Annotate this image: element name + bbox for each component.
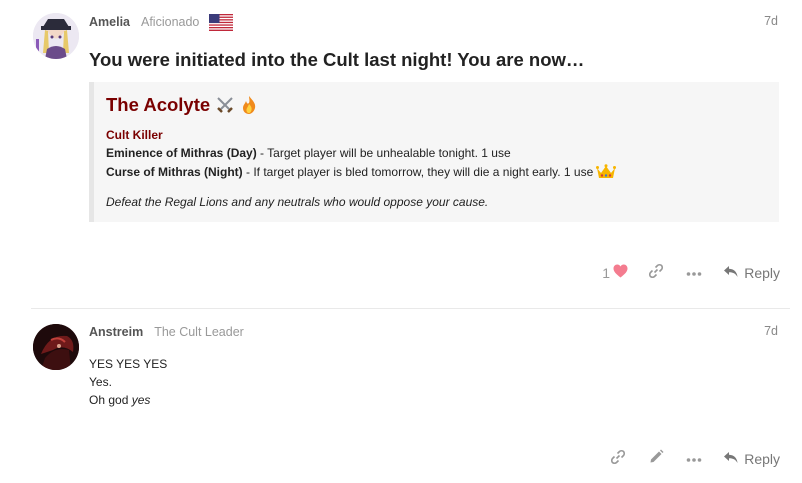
post-amelia: Amelia Aficionado 7d You were initiated … (0, 0, 802, 300)
like-button[interactable]: 1 (593, 261, 637, 285)
fire-icon (239, 95, 259, 115)
role-card: The Acolyte Cult Killer Eminence of Mith… (89, 82, 779, 222)
role-title: The Acolyte (106, 94, 259, 116)
ability-1-name: Eminence of Mithras (Day) (106, 146, 257, 160)
ability-2-text: - If target player is bled tomorrow, the… (242, 165, 594, 179)
post-age[interactable]: 7d (764, 14, 778, 28)
post-actions: 1 Reply (593, 261, 780, 285)
ability-1: Eminence of Mithras (Day) - Target playe… (106, 146, 511, 160)
more-button[interactable] (675, 447, 713, 471)
win-condition: Defeat the Regal Lions and any neutrals … (106, 195, 489, 209)
us-flag-icon (209, 13, 234, 31)
post-body-line: Oh god yes (89, 391, 150, 409)
post-meta: Anstreim The Cult Leader (89, 323, 244, 341)
user-title: The Cult Leader (154, 325, 244, 339)
faction-label: Cult Killer (106, 128, 163, 142)
role-name: The Acolyte (106, 94, 211, 115)
more-button[interactable] (675, 261, 713, 285)
post-divider (31, 308, 790, 309)
post-body-line: Yes. (89, 375, 112, 389)
like-count: 1 (602, 265, 611, 281)
ability-1-text: - Target player will be unhealable tonig… (256, 146, 511, 160)
ability-2-name: Curse of Mithras (Night) (106, 165, 243, 179)
crown-icon (596, 164, 617, 180)
crossed-swords-icon (215, 95, 235, 115)
reply-button[interactable]: Reply (723, 261, 780, 285)
reply-arrow-icon (723, 265, 744, 281)
avatar[interactable] (33, 13, 79, 59)
edit-button[interactable] (637, 447, 675, 471)
share-link-button[interactable] (599, 447, 637, 471)
post-heading: You were initiated into the Cult last ni… (89, 49, 585, 70)
ellipsis-icon (686, 450, 702, 468)
post-anstreim: Anstreim The Cult Leader 7d YES YES YES … (0, 310, 802, 483)
username[interactable]: Amelia (89, 15, 130, 29)
username[interactable]: Anstreim (89, 325, 143, 339)
post-actions: Reply (599, 447, 780, 471)
link-icon (610, 449, 626, 470)
share-link-button[interactable] (637, 261, 675, 285)
ability-2: Curse of Mithras (Night) - If target pla… (106, 164, 617, 180)
body-text-emphasis: yes (131, 393, 151, 407)
avatar[interactable] (33, 324, 79, 370)
body-text-prefix: Oh god (89, 393, 132, 407)
user-title: Aficionado (141, 15, 200, 29)
post-meta: Amelia Aficionado (89, 13, 234, 31)
reply-label: Reply (744, 451, 780, 467)
ellipsis-icon (686, 264, 702, 282)
reply-button[interactable]: Reply (723, 447, 780, 471)
heart-icon (613, 264, 628, 283)
pencil-icon (649, 449, 664, 469)
link-icon (648, 263, 664, 284)
reply-arrow-icon (723, 451, 744, 467)
post-age[interactable]: 7d (764, 324, 778, 338)
reply-label: Reply (744, 265, 780, 281)
post-body-line: YES YES YES (89, 357, 168, 371)
